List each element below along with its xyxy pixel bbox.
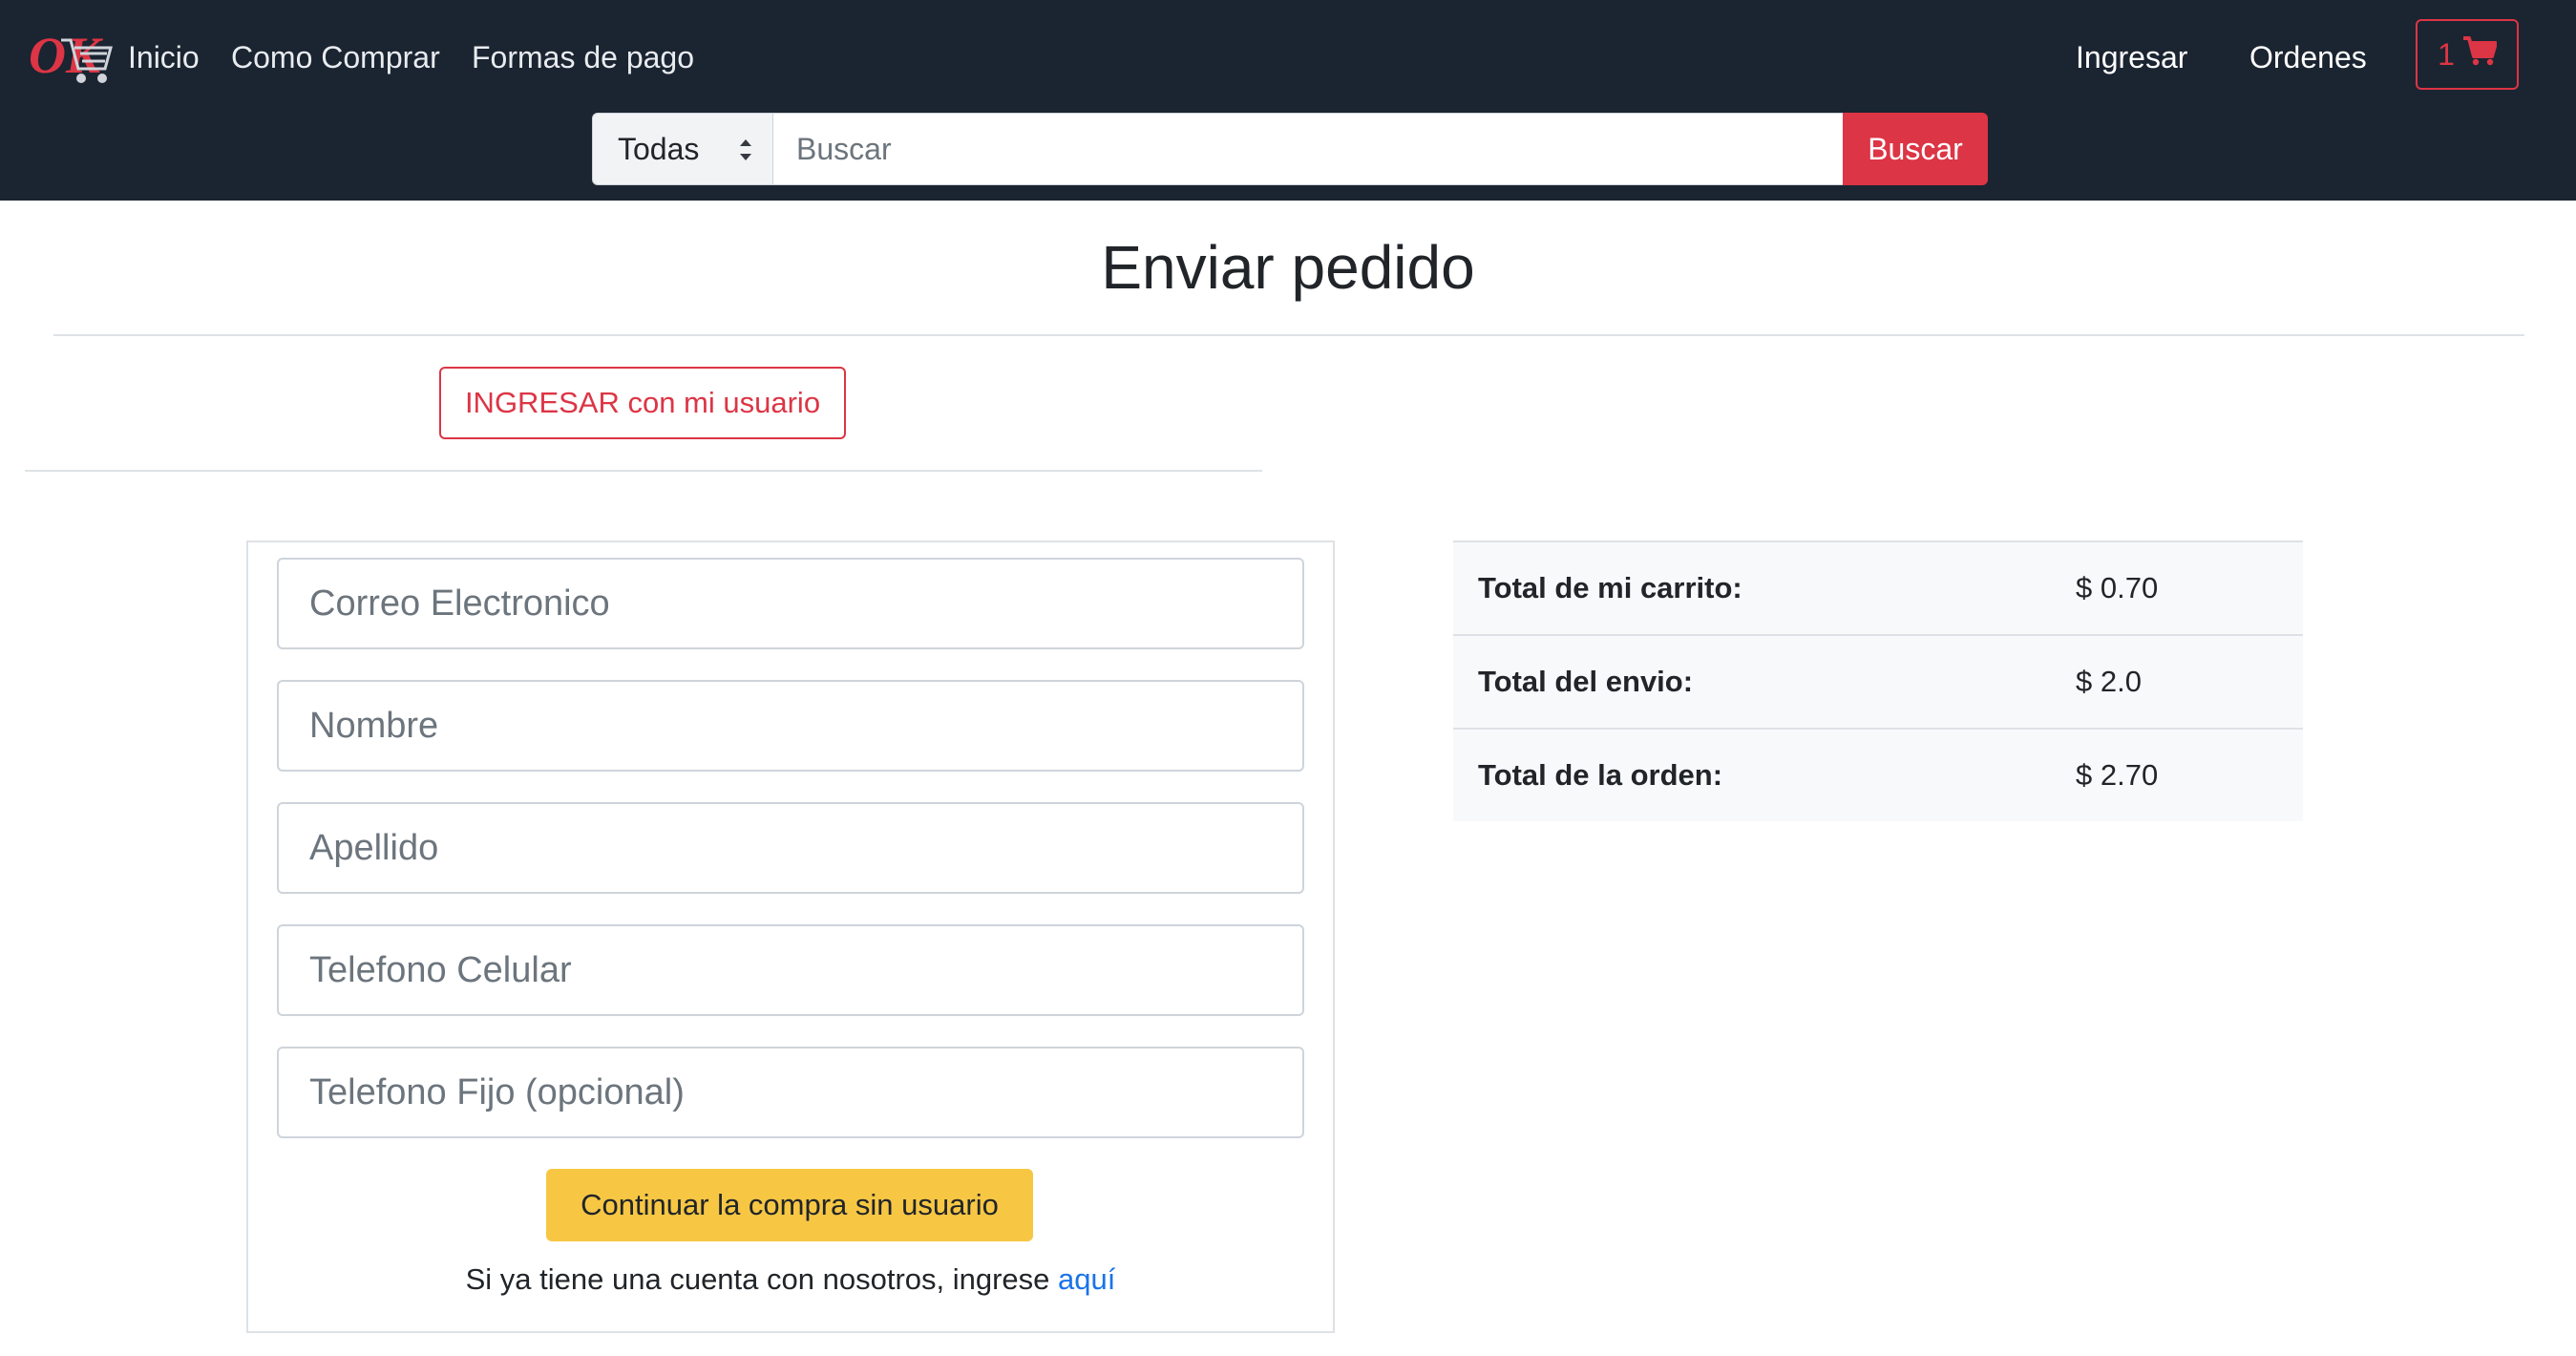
signin-link[interactable]: aquí xyxy=(1058,1262,1115,1296)
logo-text: OK xyxy=(29,27,104,84)
order-total-label: Total de la orden: xyxy=(1453,728,2051,821)
order-total-value: $ 2.70 xyxy=(2051,728,2303,821)
first-name-field[interactable] xyxy=(277,680,1304,772)
shipping-total-value: $ 2.0 xyxy=(2051,634,2303,729)
navbar: OK Inicio Como Comprar Formas de pago In… xyxy=(0,0,2576,201)
last-name-field[interactable] xyxy=(277,802,1304,894)
logo-cart-icon[interactable]: OK xyxy=(29,19,113,92)
email-field[interactable] xyxy=(277,558,1304,649)
cart-total-value: $ 0.70 xyxy=(2051,540,2303,635)
cart-total-label: Total de mi carrito: xyxy=(1453,540,2051,635)
login-divider xyxy=(25,470,1262,472)
nav-link-inicio[interactable]: Inicio xyxy=(128,34,200,80)
search-input[interactable] xyxy=(773,113,1843,185)
table-row: Total del envio: $ 2.0 xyxy=(1453,634,2303,729)
landline-phone-field[interactable] xyxy=(277,1047,1304,1138)
title-divider xyxy=(53,334,2524,336)
search-group: Todas Buscar xyxy=(592,113,1988,185)
continue-without-user-button[interactable]: Continuar la compra sin usuario xyxy=(546,1169,1033,1241)
select-arrows-icon xyxy=(740,139,751,160)
search-button[interactable]: Buscar xyxy=(1843,113,1988,185)
order-totals-table: Total de mi carrito: $ 0.70 Total del en… xyxy=(1453,540,2303,821)
shipping-total-label: Total del envio: xyxy=(1453,634,2051,729)
cart-button[interactable]: 1 xyxy=(2416,19,2519,90)
shopping-cart-icon xyxy=(2462,35,2498,74)
table-row: Total de mi carrito: $ 0.70 xyxy=(1453,540,2303,635)
nav-link-ingresar[interactable]: Ingresar xyxy=(2076,34,2187,80)
page-title: Enviar pedido xyxy=(1101,233,1475,302)
nav-link-formas-de-pago[interactable]: Formas de pago xyxy=(472,34,694,80)
signin-prompt: Si ya tiene una cuenta con nosotros, ing… xyxy=(246,1259,1335,1301)
category-select[interactable]: Todas xyxy=(592,113,773,185)
table-row: Total de la orden: $ 2.70 xyxy=(1453,728,2303,821)
nav-link-ordenes[interactable]: Ordenes xyxy=(2249,34,2367,80)
nav-link-como-comprar[interactable]: Como Comprar xyxy=(231,34,440,80)
mobile-phone-field[interactable] xyxy=(277,924,1304,1016)
cart-count: 1 xyxy=(2438,36,2455,72)
login-with-user-button[interactable]: INGRESAR con mi usuario xyxy=(439,367,846,439)
category-select-value: Todas xyxy=(618,131,700,166)
signin-prompt-text: Si ya tiene una cuenta con nosotros, ing… xyxy=(465,1262,1059,1296)
